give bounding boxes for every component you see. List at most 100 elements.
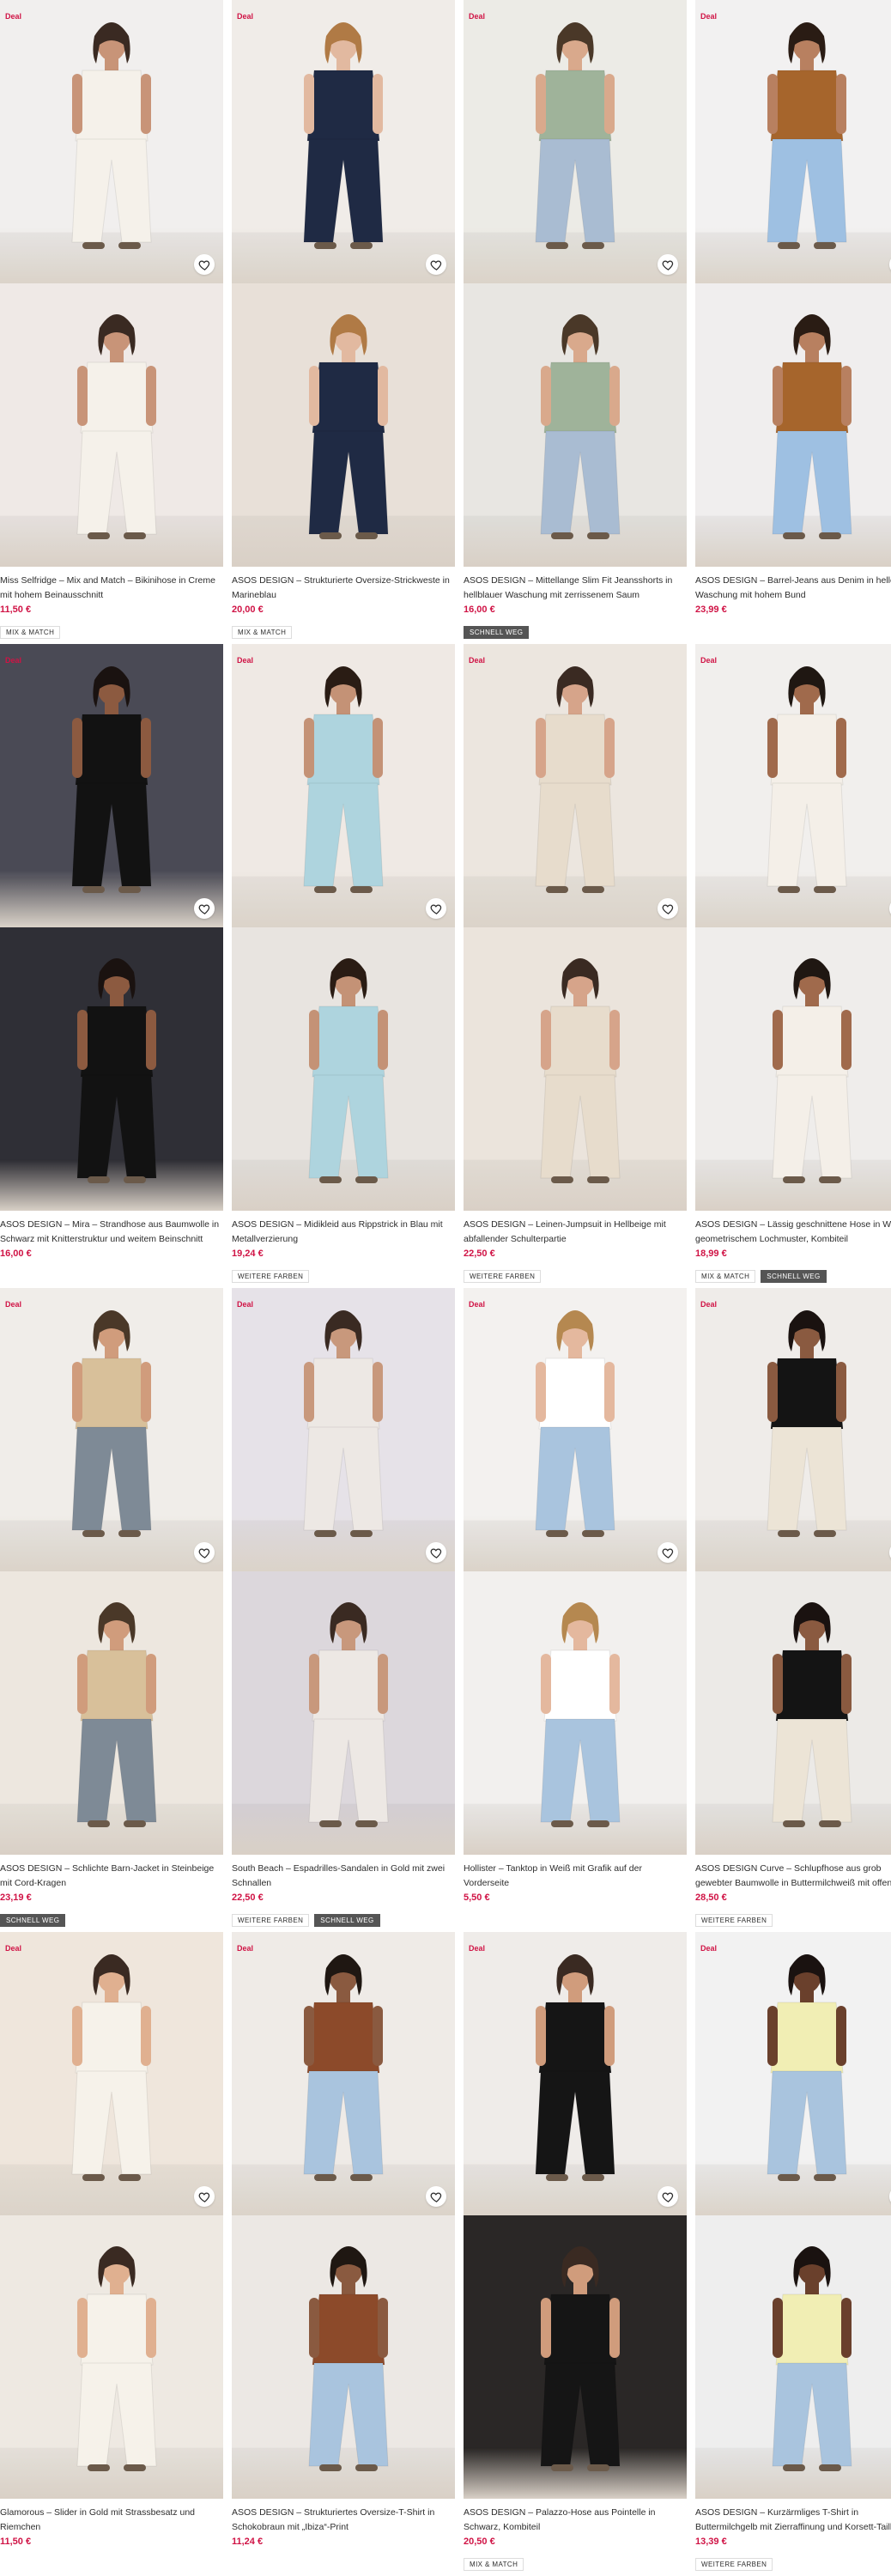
product-photo-figure xyxy=(232,314,455,567)
product-card[interactable]: Deal ASOS DESIGN – Kurzärmliges T-Shirt … xyxy=(695,1932,891,2571)
product-card[interactable]: Deal Glamorous – Slider in Gold mit Stra… xyxy=(0,1932,223,2567)
save-heart-icon[interactable] xyxy=(426,898,446,919)
product-image-main[interactable]: Deal xyxy=(695,644,891,927)
product-image-alt[interactable] xyxy=(232,2215,455,2499)
product-price: 28,50 € xyxy=(695,1893,727,1903)
product-image-main[interactable]: Deal xyxy=(232,0,455,283)
save-heart-icon[interactable] xyxy=(658,254,678,275)
product-image-main[interactable]: Deal xyxy=(0,1288,223,1571)
product-image-alt[interactable] xyxy=(232,283,455,567)
product-image-alt[interactable] xyxy=(0,283,223,567)
product-image-alt[interactable] xyxy=(695,927,891,1211)
product-image-main[interactable]: Deal xyxy=(232,1288,455,1571)
product-image-main[interactable]: Deal xyxy=(464,1932,687,2215)
save-heart-icon[interactable] xyxy=(658,898,678,919)
product-photo-figure xyxy=(695,666,891,927)
product-card[interactable]: Deal ASOS DESIGN – Palazzo-Hose aus Poin… xyxy=(464,1932,687,2571)
product-image-alt[interactable] xyxy=(232,927,455,1211)
product-title[interactable]: ASOS DESIGN – Leinen-Jumpsuit in Hellbei… xyxy=(464,1218,687,1247)
product-photo-figure xyxy=(695,2246,891,2499)
product-image-alt[interactable] xyxy=(695,2215,891,2499)
product-card[interactable]: Deal South Beach – Espadrilles-Sandalen … xyxy=(232,1288,455,1927)
product-card[interactable]: Deal ASOS DESIGN – Lässig geschnittene H… xyxy=(695,644,891,1283)
product-image-main[interactable]: Deal xyxy=(0,0,223,283)
product-image-main[interactable]: Deal xyxy=(464,1288,687,1571)
product-price: 19,24 € xyxy=(232,1249,264,1259)
product-photo-figure xyxy=(695,1954,891,2215)
product-card[interactable]: Deal Miss Selfridge – Mix and Match – Bi… xyxy=(0,0,223,639)
product-image-main[interactable]: Deal xyxy=(695,0,891,283)
product-image-main[interactable]: Deal xyxy=(0,644,223,927)
save-heart-icon[interactable] xyxy=(194,898,215,919)
save-heart-icon[interactable] xyxy=(194,1542,215,1563)
product-tags: MIX & MATCH xyxy=(0,623,223,639)
product-title[interactable]: ASOS DESIGN – Mira – Strandhose aus Baum… xyxy=(0,1218,223,1247)
product-title[interactable]: ASOS DESIGN – Schlichte Barn-Jacket in S… xyxy=(0,1862,223,1891)
product-title[interactable]: ASOS DESIGN – Barrel-Jeans aus Denim in … xyxy=(695,574,891,603)
save-heart-icon[interactable] xyxy=(658,1542,678,1563)
save-heart-icon[interactable] xyxy=(426,2186,446,2207)
product-price: 11,50 € xyxy=(0,605,32,615)
product-photo-figure xyxy=(0,22,223,283)
product-tag: WEITERE FARBEN xyxy=(232,1914,310,1927)
product-title[interactable]: ASOS DESIGN Curve – Schlupfhose aus grob… xyxy=(695,1862,891,1891)
product-tag: SCHNELL WEG xyxy=(761,1270,827,1283)
product-image-alt[interactable] xyxy=(232,1571,455,1855)
save-heart-icon[interactable] xyxy=(194,2186,215,2207)
product-photo-figure xyxy=(695,314,891,567)
product-image-main[interactable]: Deal xyxy=(232,1932,455,2215)
product-tags xyxy=(695,623,891,635)
product-title[interactable]: ASOS DESIGN – Mittellange Slim Fit Jeans… xyxy=(464,574,687,603)
product-image-alt[interactable] xyxy=(464,927,687,1211)
product-card[interactable]: Deal ASOS DESIGN Curve – Schlupfhose aus… xyxy=(695,1288,891,1927)
product-image-main[interactable]: Deal xyxy=(695,1932,891,2215)
product-title[interactable]: Glamorous – Slider in Gold mit Strassbes… xyxy=(0,2506,223,2535)
product-title[interactable]: Hollister – Tanktop in Weiß mit Grafik a… xyxy=(464,1862,687,1891)
deal-badge: Deal xyxy=(700,1300,718,1309)
save-heart-icon[interactable] xyxy=(426,1542,446,1563)
deal-badge: Deal xyxy=(237,656,254,665)
product-image-main[interactable]: Deal xyxy=(232,644,455,927)
product-card[interactable]: Deal ASOS DESIGN – Leinen-Jumpsuit in He… xyxy=(464,644,687,1283)
product-card[interactable]: Deal ASOS DESIGN – Mittellange Slim Fit … xyxy=(464,0,687,639)
product-image-main[interactable]: Deal xyxy=(0,1932,223,2215)
product-title[interactable]: ASOS DESIGN – Midikleid aus Rippstrick i… xyxy=(232,1218,455,1247)
product-tags xyxy=(0,2555,223,2567)
product-photo-figure xyxy=(0,1602,223,1855)
product-card[interactable]: Deal ASOS DESIGN – Midikleid aus Rippstr… xyxy=(232,644,455,1283)
product-title[interactable]: ASOS DESIGN – Lässig geschnittene Hose i… xyxy=(695,1218,891,1247)
product-card[interactable]: Deal ASOS DESIGN – Barrel-Jeans aus Deni… xyxy=(695,0,891,635)
product-photo-figure xyxy=(464,314,687,567)
product-photo-figure xyxy=(695,958,891,1211)
product-image-alt[interactable] xyxy=(695,283,891,567)
product-image-alt[interactable] xyxy=(464,283,687,567)
product-title[interactable]: Miss Selfridge – Mix and Match – Bikinih… xyxy=(0,574,223,603)
product-photo-figure xyxy=(0,1954,223,2215)
save-heart-icon[interactable] xyxy=(658,2186,678,2207)
product-title[interactable]: ASOS DESIGN – Strukturierte Oversize-Str… xyxy=(232,574,455,603)
product-photo-figure xyxy=(464,958,687,1211)
product-price: 13,39 € xyxy=(695,2537,727,2547)
product-title[interactable]: ASOS DESIGN – Kurzärmliges T-Shirt in Bu… xyxy=(695,2506,891,2535)
product-title[interactable]: ASOS DESIGN – Palazzo-Hose aus Pointelle… xyxy=(464,2506,687,2535)
product-title[interactable]: ASOS DESIGN – Strukturiertes Oversize-T-… xyxy=(232,2506,455,2535)
product-image-alt[interactable] xyxy=(464,2215,687,2499)
product-image-alt[interactable] xyxy=(464,1571,687,1855)
product-image-main[interactable]: Deal xyxy=(695,1288,891,1571)
product-image-main[interactable]: Deal xyxy=(464,644,687,927)
product-card[interactable]: Deal ASOS DESIGN – Strukturierte Oversiz… xyxy=(232,0,455,639)
product-card[interactable]: Deal ASOS DESIGN – Schlichte Barn-Jacket… xyxy=(0,1288,223,1927)
save-heart-icon[interactable] xyxy=(194,254,215,275)
save-heart-icon[interactable] xyxy=(426,254,446,275)
product-photo-figure xyxy=(695,1602,891,1855)
product-card[interactable]: Deal Hollister – Tanktop in Weiß mit Gra… xyxy=(464,1288,687,1923)
product-image-alt[interactable] xyxy=(695,1571,891,1855)
product-card[interactable]: Deal ASOS DESIGN – Mira – Strandhose aus… xyxy=(0,644,223,1279)
product-image-main[interactable]: Deal xyxy=(464,0,687,283)
product-tags: MIX & MATCH xyxy=(464,2555,687,2571)
product-image-alt[interactable] xyxy=(0,2215,223,2499)
product-card[interactable]: Deal ASOS DESIGN – Strukturiertes Oversi… xyxy=(232,1932,455,2567)
product-title[interactable]: South Beach – Espadrilles-Sandalen in Go… xyxy=(232,1862,455,1891)
product-image-alt[interactable] xyxy=(0,927,223,1211)
product-image-alt[interactable] xyxy=(0,1571,223,1855)
